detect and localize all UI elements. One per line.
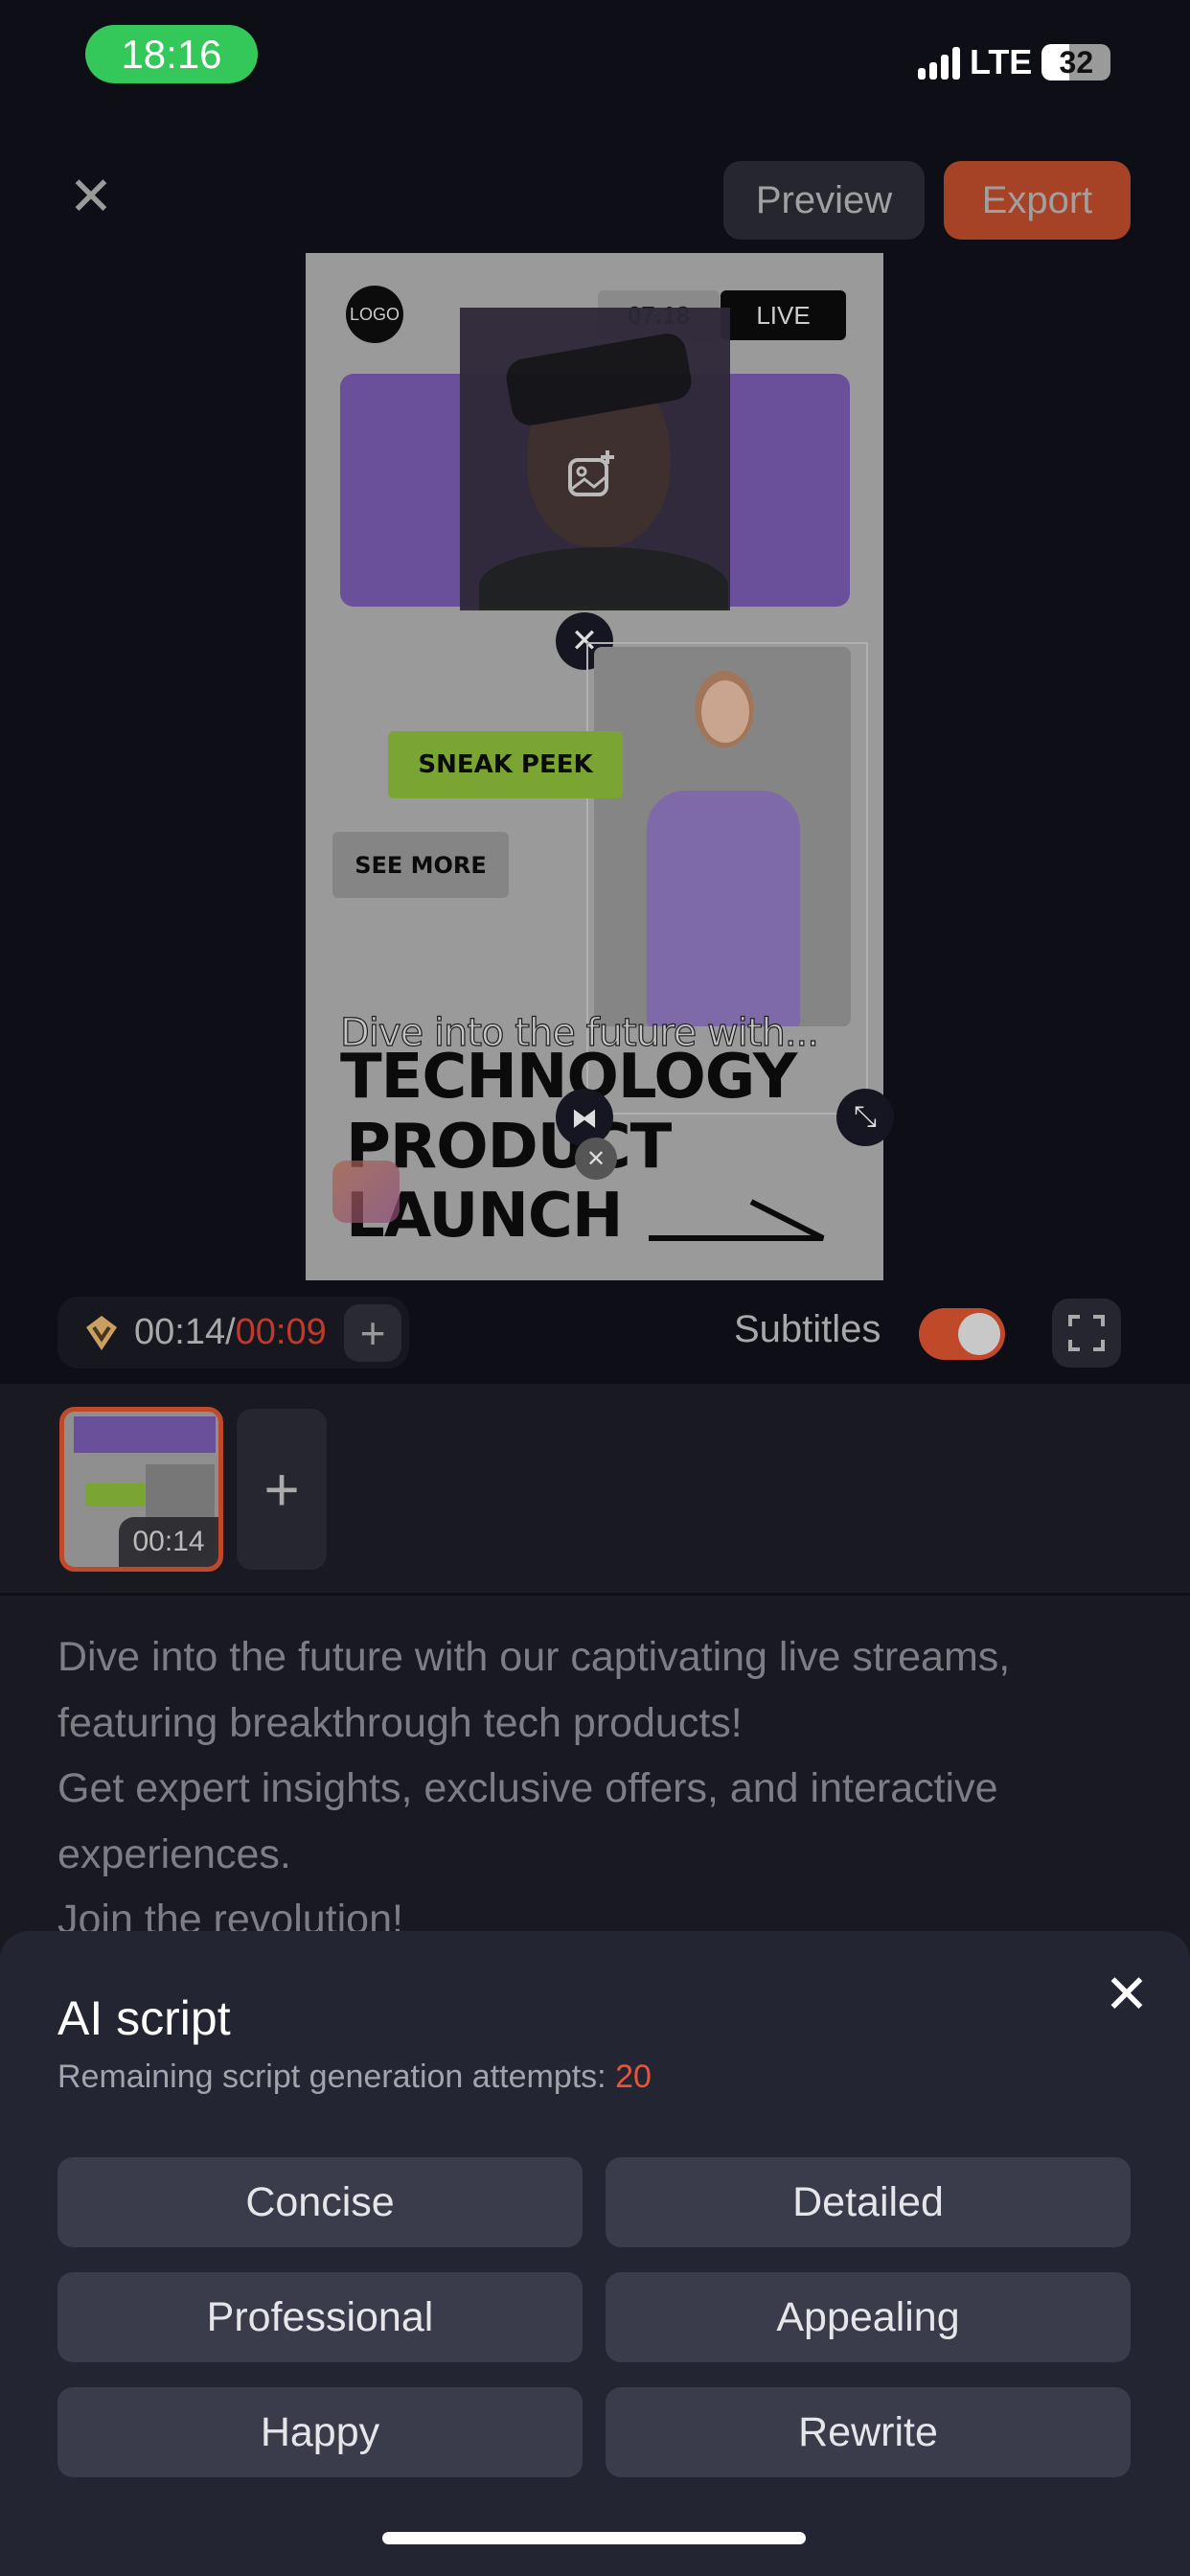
- live-badge: LIVE: [721, 290, 846, 340]
- appealing-button[interactable]: Appealing: [606, 2272, 1131, 2362]
- sneak-peek-text: SNEAK PEEK: [418, 750, 593, 779]
- sneak-peek-button: SNEAK PEEK: [388, 731, 623, 798]
- video-canvas[interactable]: LOGO 07.18 LIVE ✕ SNEAK PEEK SEE MORE Di…: [306, 253, 894, 1280]
- divider: [0, 1593, 1190, 1596]
- remaining-label: Remaining script generation attempts:: [57, 2058, 616, 2095]
- remaining-count: 20: [615, 2058, 652, 2095]
- clip-thumbnail[interactable]: 00:14: [59, 1407, 223, 1572]
- premium-diamond-icon: [86, 1315, 117, 1350]
- fullscreen-icon[interactable]: [1052, 1299, 1121, 1368]
- add-duration-button[interactable]: +: [344, 1304, 401, 1362]
- watermark-logo: [332, 1161, 400, 1223]
- happy-button[interactable]: Happy: [57, 2387, 583, 2477]
- status-indicators: LTE 32: [918, 42, 1111, 82]
- close-icon[interactable]: ✕: [67, 170, 115, 223]
- rewrite-button[interactable]: Rewrite: [606, 2387, 1131, 2477]
- subtitles-toggle[interactable]: [919, 1308, 1005, 1360]
- flip-icon[interactable]: ⧓: [556, 1089, 613, 1146]
- network-type: LTE: [970, 42, 1033, 81]
- home-indicator[interactable]: [382, 2532, 806, 2544]
- decorative-line: [649, 1199, 825, 1241]
- logo-text: LOGO: [349, 304, 400, 324]
- status-time: 18:16: [85, 25, 258, 83]
- see-more-button: SEE MORE: [332, 832, 509, 898]
- subtitles-label: Subtitles: [734, 1308, 881, 1350]
- sheet-title: AI script: [57, 1991, 231, 2045]
- script-line: experiences.: [57, 1830, 291, 1877]
- export-button[interactable]: Export: [944, 161, 1131, 240]
- script-line: featuring breakthrough tech products!: [57, 1699, 743, 1746]
- clip-duration: 00:14: [119, 1517, 218, 1567]
- remaining-attempts: Remaining script generation attempts: 20: [57, 2058, 652, 2096]
- remove-icon[interactable]: ✕: [575, 1138, 617, 1180]
- signal-icon: [918, 45, 960, 80]
- duration-separator: /: [225, 1312, 236, 1352]
- duration-box: 00:14/00:09 +: [57, 1297, 409, 1368]
- resize-icon[interactable]: ⤡: [836, 1089, 894, 1146]
- logo-badge: LOGO: [346, 286, 403, 343]
- duration-limit: 00:09: [235, 1312, 327, 1352]
- professional-button[interactable]: Professional: [57, 2272, 583, 2362]
- concise-button[interactable]: Concise: [57, 2157, 583, 2247]
- preview-button[interactable]: Preview: [723, 161, 925, 240]
- battery-icon: 32: [1041, 44, 1111, 80]
- detailed-button[interactable]: Detailed: [606, 2157, 1131, 2247]
- script-line: Get expert insights, exclusive offers, a…: [57, 1765, 998, 1811]
- script-text[interactable]: Dive into the future with our captivatin…: [57, 1624, 1131, 1953]
- live-text: LIVE: [756, 300, 811, 330]
- add-clip-button[interactable]: +: [237, 1409, 327, 1570]
- avatar-image: [594, 647, 851, 1026]
- add-image-icon[interactable]: [567, 448, 617, 498]
- current-duration: 00:14: [134, 1312, 226, 1352]
- battery-level: 32: [1059, 44, 1094, 80]
- close-icon[interactable]: ✕: [1102, 1967, 1152, 2021]
- see-more-text: SEE MORE: [355, 851, 487, 879]
- script-line: Dive into the future with our captivatin…: [57, 1634, 1011, 1680]
